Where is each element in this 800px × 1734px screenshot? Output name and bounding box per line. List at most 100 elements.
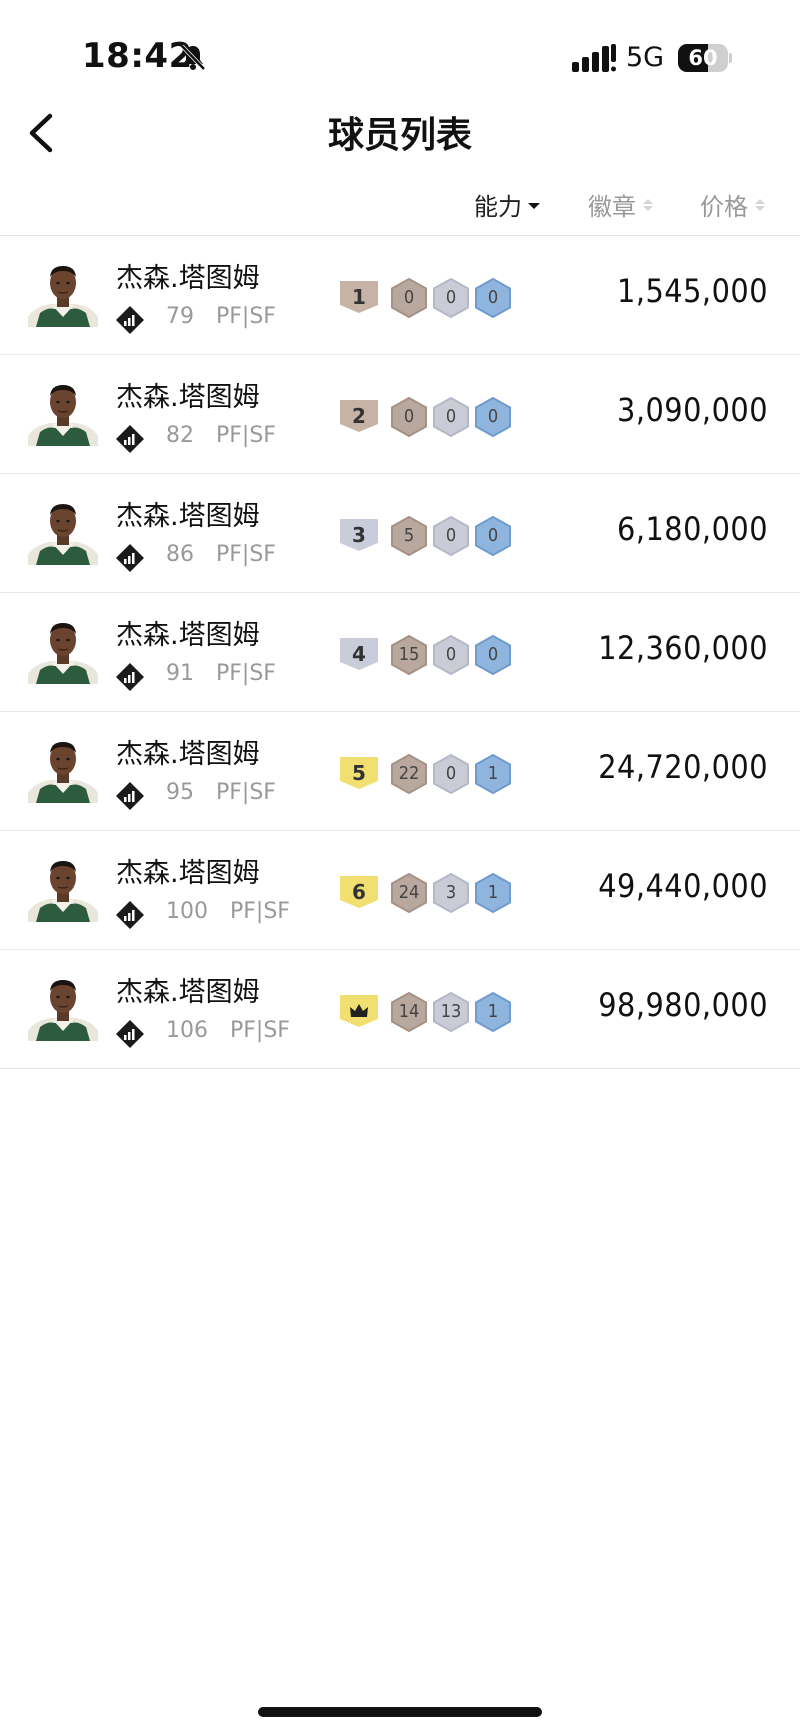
player-price: 6,180,000 (617, 510, 768, 548)
attribute-diamond-icon (116, 663, 144, 691)
bell-muted-icon (180, 44, 206, 71)
tier-number: 1 (352, 285, 366, 309)
badge-count-silver: 0 (432, 754, 470, 794)
badge-count-silver: 0 (432, 397, 470, 437)
player-position: PF|SF (216, 304, 276, 329)
badge-count-silver: 0 (432, 516, 470, 556)
tier-badge: 6 (340, 876, 378, 908)
player-name: 杰森.塔图姆 (116, 263, 260, 294)
badge-count-silver: 0 (432, 278, 470, 318)
player-row[interactable]: 杰森.塔图姆 82 PF|SF 2 0 0 0 3,090,000 (0, 355, 800, 474)
badge-count-blue: 0 (474, 278, 512, 318)
battery-text: 60 (688, 46, 718, 70)
player-name: 杰森.塔图姆 (116, 977, 260, 1008)
network-type: 5G (626, 42, 665, 73)
player-row[interactable]: 杰森.塔图姆 100 PF|SF 6 24 3 1 49,440,000 (0, 831, 800, 950)
tier-badge (340, 995, 378, 1027)
badge-count-blue: 1 (474, 992, 512, 1032)
player-row[interactable]: 杰森.塔图姆 91 PF|SF 4 15 0 0 12,360,000 (0, 593, 800, 712)
status-bar: 18:42 5G 60 (0, 0, 800, 100)
page-title: 球员列表 (327, 115, 472, 156)
sort-desc-icon (528, 202, 540, 209)
signal-icon (572, 44, 616, 72)
badge-count-silver: 13 (432, 992, 470, 1032)
attribute-diamond-icon (116, 901, 144, 929)
player-price: 49,440,000 (598, 867, 768, 905)
player-avatar (28, 861, 98, 922)
player-name: 杰森.塔图姆 (116, 739, 260, 770)
player-price: 24,720,000 (598, 748, 768, 786)
player-row[interactable]: 杰森.塔图姆 79 PF|SF 1 0 0 0 1,545,000 (0, 236, 800, 355)
player-avatar (28, 504, 98, 565)
player-price: 3,090,000 (617, 391, 768, 429)
player-position: PF|SF (230, 1018, 290, 1043)
badge-count-blue: 0 (474, 397, 512, 437)
tier-badge: 5 (340, 757, 378, 789)
tier-number: 6 (352, 880, 366, 904)
player-rating: 100 (166, 899, 208, 924)
tier-badge: 2 (340, 400, 378, 432)
player-position: PF|SF (216, 780, 276, 805)
attribute-diamond-icon (116, 425, 144, 453)
tier-badge: 4 (340, 638, 378, 670)
tier-number: 5 (352, 761, 366, 785)
player-rating: 95 (166, 780, 194, 805)
sort-badge[interactable]: 徽章 (588, 187, 654, 222)
player-avatar (28, 980, 98, 1041)
player-position: PF|SF (216, 661, 276, 686)
player-rating: 86 (166, 542, 194, 567)
player-avatar (28, 266, 98, 327)
tier-badge: 3 (340, 519, 378, 551)
sort-price-label: 价格 (700, 193, 748, 221)
badge-count-silver: 3 (432, 873, 470, 913)
attribute-diamond-icon (116, 782, 144, 810)
player-row[interactable]: 杰森.塔图姆 86 PF|SF 3 5 0 0 6,180,000 (0, 474, 800, 593)
player-avatar (28, 385, 98, 446)
status-time: 18:42 (82, 36, 193, 76)
player-position: PF|SF (216, 423, 276, 448)
player-name: 杰森.塔图姆 (116, 501, 260, 532)
sort-badge-label: 徽章 (588, 193, 636, 221)
crown-icon (350, 1004, 368, 1017)
tier-badge: 1 (340, 281, 378, 313)
player-avatar (28, 742, 98, 803)
player-row[interactable]: 杰森.塔图姆 95 PF|SF 5 22 0 1 24,720,000 (0, 712, 800, 831)
badge-count-bronze: 22 (390, 754, 428, 794)
badge-count-blue: 0 (474, 516, 512, 556)
player-rating: 79 (166, 304, 194, 329)
badge-count-blue: 1 (474, 754, 512, 794)
sort-icon (643, 198, 653, 211)
tier-number: 4 (352, 642, 366, 666)
player-row[interactable]: 杰森.塔图姆 106 PF|SF 14 13 1 98,980,000 (0, 950, 800, 1069)
attribute-diamond-icon (116, 544, 144, 572)
player-name: 杰森.塔图姆 (116, 858, 260, 889)
attribute-diamond-icon (116, 306, 144, 334)
badge-count-blue: 0 (474, 635, 512, 675)
badge-count-bronze: 0 (390, 397, 428, 437)
badge-count-bronze: 0 (390, 278, 428, 318)
tier-number: 2 (352, 404, 366, 428)
sort-icon (755, 198, 765, 211)
badge-count-bronze: 5 (390, 516, 428, 556)
badge-count-silver: 0 (432, 635, 470, 675)
badge-count-bronze: 15 (390, 635, 428, 675)
player-price: 98,980,000 (598, 986, 768, 1024)
badge-count-bronze: 24 (390, 873, 428, 913)
player-price: 12,360,000 (598, 629, 768, 667)
player-rating: 106 (166, 1018, 208, 1043)
attribute-diamond-icon (116, 1020, 144, 1048)
sort-ability-label: 能力 (474, 193, 522, 221)
player-position: PF|SF (216, 542, 276, 567)
home-indicator[interactable] (258, 1707, 542, 1717)
sort-price[interactable]: 价格 (700, 187, 766, 222)
player-name: 杰森.塔图姆 (116, 382, 260, 413)
player-list: 杰森.塔图姆 79 PF|SF 1 0 0 0 1,545,000 杰森.塔图姆… (0, 235, 800, 1069)
badge-count-blue: 1 (474, 873, 512, 913)
player-price: 1,545,000 (617, 272, 768, 310)
player-rating: 91 (166, 661, 194, 686)
player-position: PF|SF (230, 899, 290, 924)
player-name: 杰森.塔图姆 (116, 620, 260, 651)
player-rating: 82 (166, 423, 194, 448)
sort-ability[interactable]: 能力 (474, 187, 540, 222)
tier-number: 3 (352, 523, 366, 547)
